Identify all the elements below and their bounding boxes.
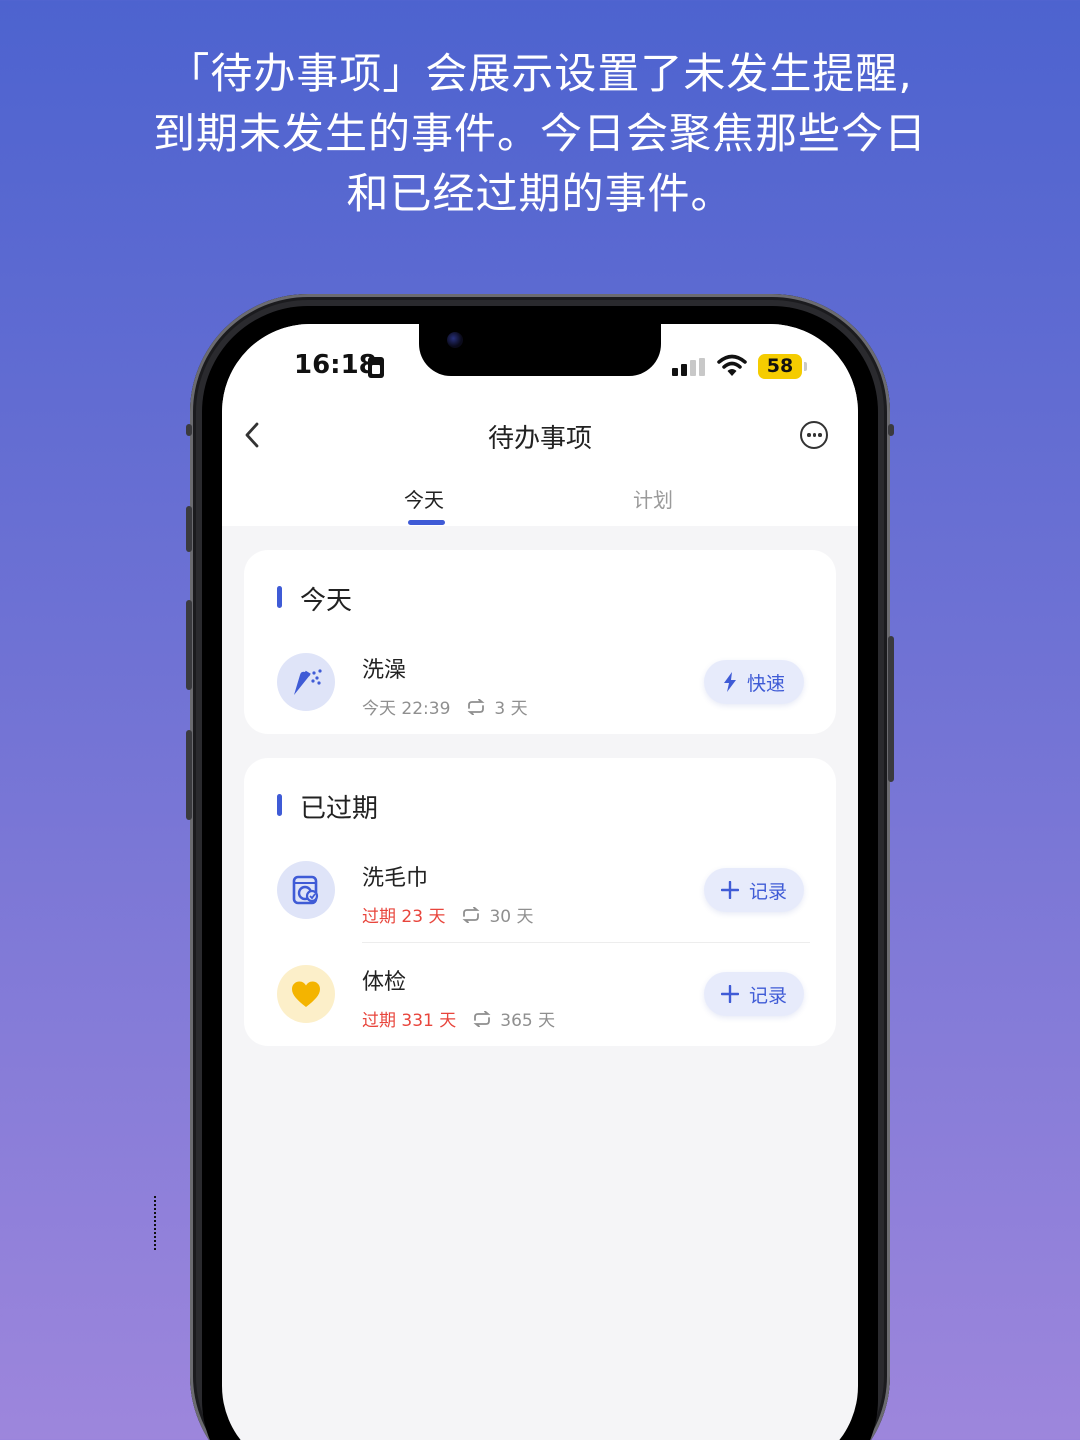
section-today-card: 今天 洗澡 今天 22:39 3 天 快速 [244, 550, 836, 734]
shower-icon [277, 653, 335, 711]
item-meta: 今天 22:39 3 天 [362, 694, 528, 719]
volume-down-button [186, 600, 192, 690]
camera-notch [419, 324, 661, 376]
power-button [888, 636, 894, 782]
item-divider [362, 942, 810, 943]
sim-card-icon [368, 357, 384, 378]
plus-icon [720, 985, 739, 1003]
item-due: 今天 22:39 [362, 699, 451, 719]
section-accent-bar [277, 586, 282, 608]
more-options-icon[interactable] [800, 421, 828, 449]
side-button [186, 424, 192, 436]
repeat-icon [473, 1010, 491, 1027]
cellular-signal-icon [672, 358, 708, 378]
item-name: 洗毛巾 [362, 866, 429, 891]
record-button-label: 记录 [748, 880, 787, 903]
volume-up-button [186, 506, 192, 552]
repeat-icon [467, 698, 485, 715]
wifi-icon [717, 354, 747, 376]
caption-line-2: 到期未发生的事件。今日会聚焦那些今日 [152, 109, 927, 158]
battery-indicator: 58 [758, 354, 802, 379]
item-meta: 过期 23 天 30 天 [362, 902, 534, 927]
lightning-icon [723, 672, 736, 692]
item-name: 体检 [362, 970, 407, 995]
repeat-icon [462, 906, 480, 923]
quick-button[interactable]: 快速 [704, 660, 804, 704]
item-repeat: 3 天 [494, 699, 528, 719]
record-button-label: 记录 [748, 984, 787, 1007]
item-repeat: 365 天 [500, 1011, 556, 1031]
tab-today[interactable]: 今天 [404, 484, 444, 513]
heart-icon [277, 965, 335, 1023]
battery-nub [804, 362, 807, 371]
mute-switch [186, 730, 192, 820]
washing-machine-icon [277, 861, 335, 919]
tab-plan[interactable]: 计划 [633, 484, 673, 513]
item-overdue: 过期 23 天 [362, 907, 446, 927]
phone-screen: 16:18 58 待办事项 今天 计划 今天 洗澡 今天 22:39 3 天 快… [222, 324, 858, 1440]
item-repeat: 30 天 [489, 907, 534, 927]
section-overdue-card: 已过期 洗毛巾 过期 23 天 30 天 记录 体检 过期 331 天 365 … [244, 758, 836, 1046]
status-time: 16:18 [294, 350, 377, 380]
section-accent-bar [277, 794, 282, 816]
front-camera-icon [447, 332, 463, 348]
caption: 「待办事项」会展示设置了未发生提醒, 到期未发生的事件。今日会聚焦那些今日 和已… [0, 44, 1080, 224]
item-meta: 过期 331 天 365 天 [362, 1006, 555, 1031]
caption-line-1: 「待办事项」会展示设置了未发生提醒, [167, 49, 913, 98]
plus-icon [720, 881, 739, 899]
section-title-overdue: 已过期 [300, 794, 379, 824]
caption-line-3: 和已经过期的事件。 [346, 169, 734, 218]
item-overdue: 过期 331 天 [362, 1011, 457, 1031]
section-title-today: 今天 [300, 586, 353, 616]
record-button[interactable]: 记录 [704, 868, 804, 912]
record-button[interactable]: 记录 [704, 972, 804, 1016]
quick-button-label: 快速 [746, 672, 785, 695]
side-button-right [888, 424, 894, 436]
dotted-line [154, 1196, 156, 1250]
item-name: 洗澡 [362, 658, 407, 683]
page-title: 待办事项 [487, 424, 592, 454]
active-tab-indicator [408, 520, 445, 525]
